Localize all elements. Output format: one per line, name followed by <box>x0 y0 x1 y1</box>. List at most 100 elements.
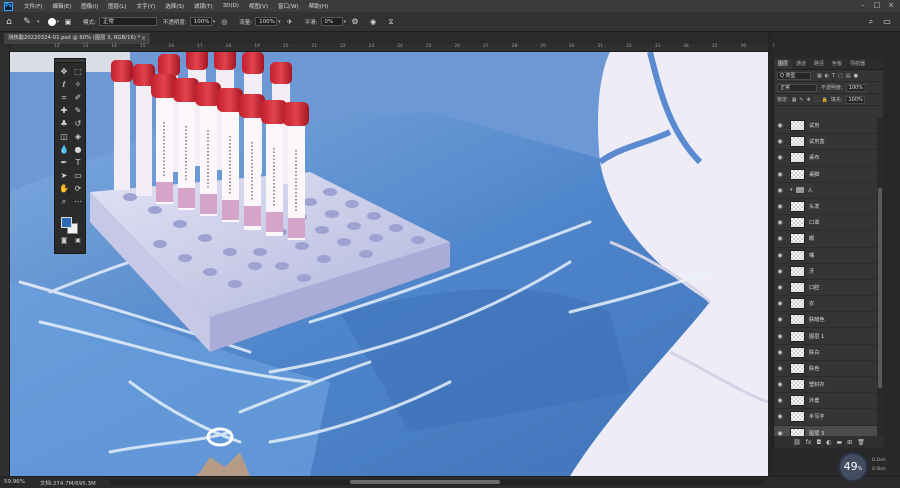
layer-mask-icon[interactable]: ◘ <box>816 439 821 446</box>
document-canvas[interactable] <box>10 52 768 476</box>
new-group-icon[interactable]: ▬ <box>836 439 842 446</box>
brush-tool-icon[interactable]: ✎ <box>21 16 33 28</box>
flow-input[interactable]: 100% <box>255 17 278 26</box>
mode-select[interactable]: 正常 <box>98 17 157 26</box>
clone-stamp-icon[interactable]: ♣ <box>58 118 70 129</box>
layer-group-row[interactable]: ◉ ▾ 人 <box>774 183 878 199</box>
zoom-level[interactable]: 59.96% <box>4 479 25 485</box>
layer-row[interactable]: ◉ 眼 <box>774 231 878 248</box>
zoom-badge[interactable]: 49% <box>838 452 868 482</box>
layer-thumbnail[interactable] <box>790 379 805 391</box>
filter-type-icon[interactable]: T <box>832 73 835 79</box>
opacity-input[interactable]: 100% <box>189 17 212 26</box>
history-brush-icon[interactable]: ↺ <box>72 118 84 129</box>
layer-row[interactable]: ◉ 衣 <box>774 296 878 313</box>
visibility-eye-icon[interactable]: ◉ <box>774 154 786 161</box>
layer-row[interactable]: ◉ 桌脚 <box>774 167 878 183</box>
layer-thumbnail[interactable] <box>790 362 805 374</box>
layer-row[interactable]: ◉ 手写字 <box>774 409 878 426</box>
chevron-down-icon[interactable]: ▾ <box>57 19 60 25</box>
layer-scrollbar[interactable] <box>877 118 883 436</box>
lock-all-icon[interactable]: 🔒 <box>822 97 828 103</box>
close-window-icon[interactable]: × <box>886 1 896 10</box>
visibility-eye-icon[interactable]: ◉ <box>774 300 786 307</box>
scrollbar-thumb[interactable] <box>878 188 882 388</box>
pressure-size-icon[interactable]: ◉ <box>367 16 379 28</box>
zoom-tool-icon[interactable]: ⌕ <box>58 196 70 207</box>
layer-row[interactable]: ◉ 口罩 <box>774 215 878 232</box>
visibility-eye-icon[interactable]: ◉ <box>774 187 786 194</box>
document-tab[interactable]: 测核酸20220324-01.psd @ 60% (图层 3, RGB/16) … <box>4 33 150 44</box>
menu-file[interactable]: 文件(F) <box>19 2 47 10</box>
minimize-icon[interactable]: – <box>858 1 868 10</box>
more-tools-icon[interactable]: ⋯ <box>72 196 84 207</box>
menu-help[interactable]: 帮助(H) <box>304 2 333 10</box>
move-tool-icon[interactable]: ✥ <box>58 66 70 77</box>
layer-row[interactable]: ◉ 试剂 <box>774 118 878 135</box>
visibility-eye-icon[interactable]: ◉ <box>774 138 786 145</box>
layer-row[interactable]: ◉ 牙 <box>774 264 878 280</box>
close-icon[interactable]: × <box>141 33 146 44</box>
layer-thumbnail[interactable] <box>790 314 805 326</box>
layer-style-icon[interactable]: fx <box>806 439 812 446</box>
visibility-eye-icon[interactable]: ◉ <box>774 203 786 210</box>
chevron-down-icon[interactable]: ▾ <box>278 19 281 25</box>
visibility-eye-icon[interactable]: ◉ <box>774 413 786 420</box>
pressure-opacity-icon[interactable]: ◎ <box>218 16 230 28</box>
rotate-view-icon[interactable]: ⟳ <box>72 183 84 194</box>
layer-row[interactable]: ◉ 图层 1 <box>774 328 878 345</box>
layer-thumbnail[interactable] <box>790 330 805 342</box>
layer-thumbnail[interactable] <box>790 120 805 132</box>
airbrush-icon[interactable]: ✈ <box>284 16 296 28</box>
maximize-icon[interactable]: □ <box>872 1 882 10</box>
layer-row[interactable]: ◉ 桌布 <box>774 150 878 167</box>
hand-tool-icon[interactable]: ✋ <box>58 183 70 194</box>
tools-panel-grip[interactable] <box>55 59 85 63</box>
filter-smart-icon[interactable]: ▤ <box>846 73 851 79</box>
menu-window[interactable]: 窗口(W) <box>273 2 304 10</box>
menu-3d[interactable]: 3D(D) <box>218 3 244 9</box>
lock-brush-icon[interactable]: ✎ <box>799 97 803 103</box>
filter-toggle-icon[interactable]: ● <box>854 73 858 79</box>
layer-thumbnail[interactable] <box>790 298 805 310</box>
pen-tool-icon[interactable]: ✒ <box>58 157 70 168</box>
horizontal-scrollbar[interactable] <box>110 479 765 485</box>
layer-row[interactable]: ◉ 肤白 <box>774 345 878 361</box>
visibility-eye-icon[interactable]: ◉ <box>774 381 786 388</box>
layer-row[interactable]: ◉ 头发 <box>774 199 878 216</box>
tab-swatches[interactable]: 色板 <box>828 59 846 69</box>
visibility-eye-icon[interactable]: ◉ <box>774 122 786 129</box>
gear-icon[interactable]: ⚙ <box>349 16 361 28</box>
layer-row[interactable]: ◉ 外套 <box>774 393 878 410</box>
layer-row[interactable]: ◉ 嘴 <box>774 248 878 264</box>
visibility-eye-icon[interactable]: ◉ <box>774 219 786 226</box>
layer-row[interactable]: ◉ 肤色 <box>774 361 878 377</box>
chevron-down-icon[interactable]: ▾ <box>213 19 216 25</box>
document-info[interactable]: 文档:274.7M/695.3M <box>40 479 96 487</box>
path-select-icon[interactable]: ➤ <box>58 170 70 181</box>
visibility-eye-icon[interactable]: ◉ <box>774 235 786 242</box>
smoothing-input[interactable]: 0% <box>320 17 343 26</box>
layer-filter-select[interactable]: Q 类型 <box>777 71 811 80</box>
menu-filter[interactable]: 滤镜(T) <box>189 2 218 10</box>
layer-thumbnail[interactable] <box>790 217 805 229</box>
layer-fill-input[interactable]: 100% <box>845 95 866 104</box>
symmetry-icon[interactable]: ⧖ <box>385 16 397 28</box>
menu-edit[interactable]: 编辑(E) <box>47 2 76 10</box>
horizontal-ruler[interactable]: 12 13 14 15 16 17 18 19 20 21 22 23 24 25 26 27 28 29 30 31… <box>10 44 775 52</box>
blur-tool-icon[interactable]: 💧 <box>58 144 70 155</box>
search-icon[interactable]: ⌕ <box>865 16 877 28</box>
filter-adjust-icon[interactable]: ◐ <box>825 73 829 79</box>
scrollbar-thumb[interactable] <box>350 480 500 484</box>
menu-view[interactable]: 视图(V) <box>244 2 273 10</box>
visibility-eye-icon[interactable]: ◉ <box>774 171 786 178</box>
eyedropper-icon[interactable]: ✐ <box>72 92 84 103</box>
brush-settings-icon[interactable]: ▣ <box>62 16 74 28</box>
chevron-down-icon[interactable]: ▾ <box>344 19 347 25</box>
layer-thumbnail[interactable] <box>790 281 805 293</box>
visibility-eye-icon[interactable]: ◉ <box>774 252 786 259</box>
layer-thumbnail[interactable] <box>790 265 805 277</box>
rectangle-tool-icon[interactable]: ▭ <box>72 170 84 181</box>
menu-image[interactable]: 图像(I) <box>76 2 103 10</box>
layer-thumbnail[interactable] <box>790 427 805 436</box>
